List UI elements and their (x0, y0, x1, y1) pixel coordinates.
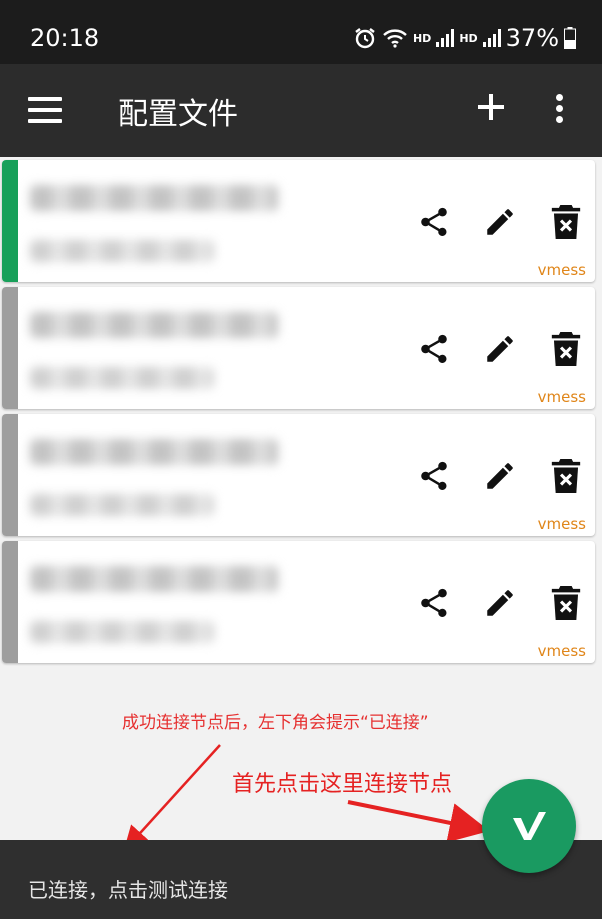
battery-icon (564, 27, 576, 49)
battery-percent: 37% (505, 24, 559, 52)
share-icon[interactable] (416, 585, 452, 621)
connect-fab-button[interactable] (482, 779, 576, 873)
profile-name-redacted (30, 312, 278, 338)
annotation-hint-fab: 首先点击这里连接节点 (232, 772, 453, 797)
app-bar: 配置文件 (0, 64, 602, 157)
wifi-icon (383, 29, 407, 48)
profile-card[interactable]: vmess (2, 414, 595, 536)
delete-icon[interactable] (548, 204, 584, 240)
protocol-label: vmess (537, 261, 586, 279)
selection-indicator (2, 414, 18, 536)
arrow-to-status (123, 744, 221, 852)
delete-icon[interactable] (548, 331, 584, 367)
profile-card[interactable]: vmess (2, 160, 595, 282)
connection-status-text[interactable]: 已连接，点击测试连接 (28, 874, 228, 903)
profile-address-redacted (30, 494, 214, 516)
selection-indicator (2, 287, 18, 409)
edit-icon[interactable] (482, 331, 518, 367)
menu-icon[interactable] (28, 97, 62, 123)
alarm-icon (355, 28, 375, 49)
protocol-label: vmess (537, 388, 586, 406)
edit-icon[interactable] (482, 585, 518, 621)
hd-label: HD (459, 31, 478, 45)
status-icons: HD HD 37% (353, 24, 576, 52)
page-title: 配置文件 (118, 97, 238, 132)
protocol-label: vmess (537, 515, 586, 533)
signal-icon (482, 29, 501, 47)
annotation-hint-connected: 成功连接节点后，左下角会提示“已连接” (122, 713, 429, 733)
profile-card[interactable]: vmess (2, 541, 595, 663)
edit-icon[interactable] (482, 458, 518, 494)
share-icon[interactable] (416, 331, 452, 367)
selection-indicator (2, 541, 18, 663)
profile-card[interactable]: vmess (2, 287, 595, 409)
delete-icon[interactable] (548, 458, 584, 494)
status-time: 20:18 (30, 24, 100, 52)
share-icon[interactable] (416, 458, 452, 494)
add-icon[interactable] (476, 92, 506, 122)
profile-name-redacted (30, 439, 278, 465)
more-vert-icon[interactable] (556, 94, 566, 124)
edit-icon[interactable] (482, 204, 518, 240)
hd-label: HD (412, 31, 432, 45)
share-icon[interactable] (416, 204, 452, 240)
signal-icon (436, 29, 455, 47)
profile-address-redacted (30, 240, 214, 262)
status-bar: 20:18 HD HD 37% (0, 0, 602, 64)
selection-indicator (2, 160, 18, 282)
protocol-label: vmess (537, 642, 586, 660)
profile-address-redacted (30, 621, 214, 643)
arrow-to-fab (347, 800, 490, 843)
profile-name-redacted (30, 185, 278, 211)
delete-icon[interactable] (548, 585, 584, 621)
profile-name-redacted (30, 566, 278, 592)
v-logo-icon (513, 812, 546, 840)
profile-address-redacted (30, 367, 214, 389)
